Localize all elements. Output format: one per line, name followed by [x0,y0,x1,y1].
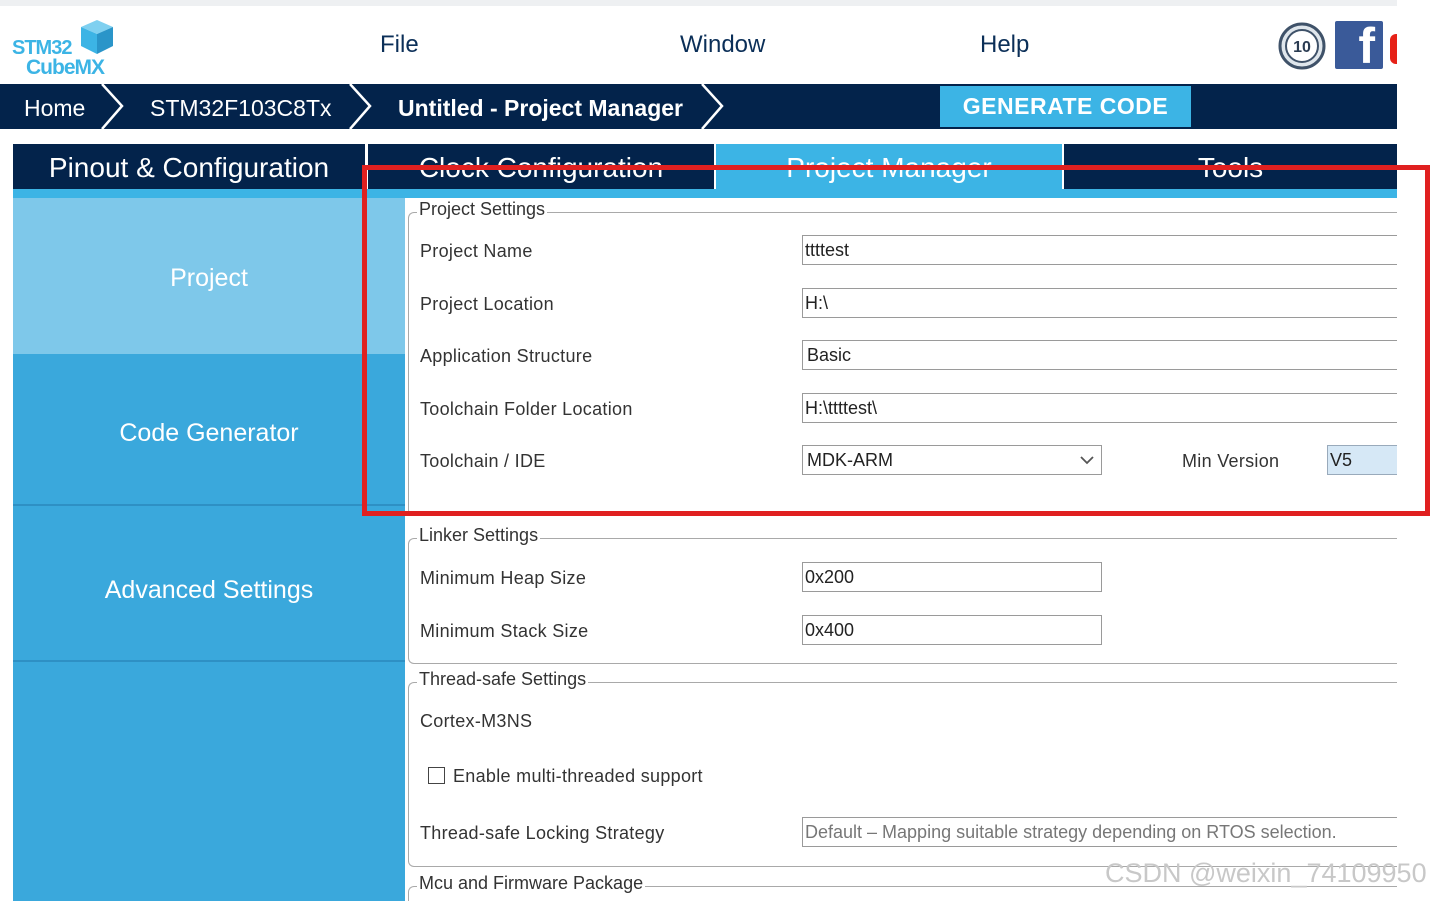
svg-text:10: 10 [1293,39,1311,56]
core-label: Cortex-M3NS [420,711,533,731]
heap-size-field[interactable]: 0x200 [802,562,1102,592]
cube-icon [81,20,113,54]
tab-underline [13,189,355,198]
breadcrumb-device[interactable]: STM32F103C8Tx [150,95,332,122]
locking-strategy-label: Thread-safe Locking Strategy [420,823,665,843]
application-structure-select[interactable]: Basic [802,340,1397,370]
group-title: Linker Settings [417,525,541,546]
facebook-icon[interactable]: f [1335,18,1383,74]
project-name-field[interactable]: ttttest [802,235,1397,265]
tab-pinout-configuration[interactable]: Pinout & Configuration [13,144,365,189]
group-title: Mcu and Firmware Package [417,873,646,894]
logo-text-cubemx: CubeMX [26,56,105,79]
project-location-label: Project Location [420,294,554,314]
sidebar-item-project[interactable]: Project [13,198,405,354]
tab-underline [355,189,1397,198]
project-panel: Project Settings Project Name ttttest Pr… [405,198,1397,901]
group-title: Project Settings [417,199,548,220]
toolchain-ide-label: Toolchain / IDE [420,451,546,471]
chevron-right-icon [101,84,124,129]
breadcrumb-current[interactable]: Untitled - Project Manager [398,95,683,122]
toolchain-ide-select[interactable]: MDK-ARM [802,445,1102,475]
sidebar-item-advanced-settings[interactable]: Advanced Settings [13,506,405,660]
linker-settings-group: Linker Settings [408,525,1397,664]
sidebar-item-code-generator[interactable]: Code Generator [13,354,405,504]
group-title: Thread-safe Settings [417,669,589,690]
chevron-right-icon [349,84,372,129]
sidebar: Project Code Generator Advanced Settings [13,198,405,901]
sidebar-divider [13,660,405,662]
multithread-checkbox[interactable] [428,767,445,784]
toolchain-folder-field[interactable]: H:\ttttest\ [802,393,1397,423]
multithread-label: Enable multi-threaded support [453,766,703,786]
heap-size-label: Minimum Heap Size [420,568,587,588]
stack-size-label: Minimum Stack Size [420,621,589,641]
watermark: CSDN @weixin_74109950 [1105,858,1427,888]
project-location-field[interactable]: H:\ [802,288,1397,318]
menu-bar: STM32 CubeMX File Window Help 10 f [0,6,1397,84]
youtube-icon[interactable] [1390,34,1397,64]
tab-clock-configuration[interactable]: Clock Configuration [368,144,714,189]
main-tabs: Pinout & Configuration Clock Configurati… [13,144,1397,189]
menu-window[interactable]: Window [680,31,765,59]
project-name-label: Project Name [420,241,533,261]
chevron-down-icon [1080,456,1094,465]
stack-size-field[interactable]: 0x400 [802,615,1102,645]
menu-file[interactable]: File [380,31,419,59]
chevron-right-icon [701,84,724,129]
application-structure-label: Application Structure [420,346,593,366]
menu-help[interactable]: Help [980,31,1029,59]
tab-tools[interactable]: Tools [1064,144,1397,189]
toolchain-ide-value: MDK-ARM [807,450,893,470]
tab-project-manager[interactable]: Project Manager [716,144,1062,189]
min-version-label: Min Version [1182,451,1280,471]
stm32cubemx-logo: STM32 CubeMX [10,16,120,79]
min-version-select[interactable]: V5 [1327,445,1397,475]
ten-year-badge-icon[interactable]: 10 [1278,22,1326,70]
breadcrumb-home[interactable]: Home [24,95,85,122]
generate-code-button[interactable]: GENERATE CODE [940,86,1191,127]
toolchain-folder-label: Toolchain Folder Location [420,399,633,419]
locking-strategy-select[interactable]: Default – Mapping suitable strategy depe… [802,817,1397,847]
